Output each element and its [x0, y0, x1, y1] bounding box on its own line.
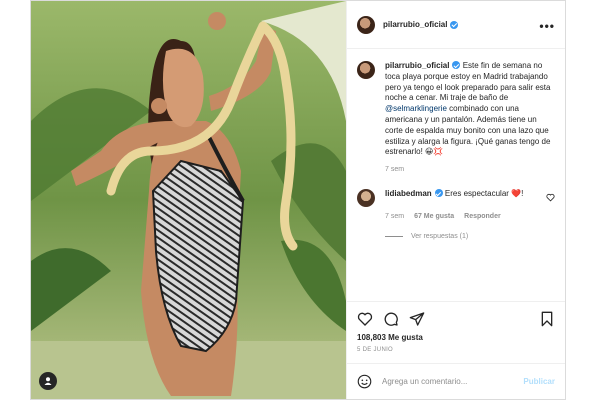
reply-button[interactable]: Responder	[464, 213, 501, 220]
comment-like-heart-icon[interactable]	[546, 193, 555, 202]
comment-body: Eres espectacular ❤️!	[442, 189, 524, 199]
comment-likes-count[interactable]: 67 Me gusta	[414, 213, 454, 220]
person-glyph	[44, 377, 52, 385]
post-actions: 108,803 Me gusta 5 DE JUNIO	[347, 301, 565, 363]
comment-text: lidiabedman Eres espectacular ❤️!	[385, 189, 523, 207]
caption-timestamp: 7 sem	[385, 166, 405, 174]
caption-mention-link[interactable]: @selmarklingerie	[385, 104, 447, 113]
action-icons	[357, 308, 555, 330]
heart-icon[interactable]	[357, 311, 373, 327]
more-icon[interactable]: •••	[539, 19, 555, 33]
emoji-icon[interactable]	[357, 374, 372, 389]
share-icon[interactable]	[409, 311, 425, 327]
comment-item: lidiabedman Eres espectacular ❤️!	[357, 189, 555, 208]
view-replies-label: Ver respuestas (1)	[411, 233, 469, 241]
verified-badge-icon	[434, 189, 443, 198]
likes-count[interactable]: 108,803 Me gusta	[357, 333, 555, 342]
caption-username[interactable]: pilarrubio_oficial	[385, 61, 449, 70]
verified-badge-icon	[450, 20, 459, 29]
comment-meta: 7 sem 67 Me gusta Responder	[385, 213, 555, 220]
post-date: 5 DE JUNIO	[357, 347, 394, 353]
caption-text: pilarrubio_oficial Este fin de semana no…	[385, 61, 555, 158]
comment-timestamp: 7 sem	[385, 213, 405, 221]
caption-avatar[interactable]	[357, 61, 375, 79]
comments-section: pilarrubio_oficial Este fin de semana no…	[347, 49, 565, 301]
add-comment-bar: Agrega un comentario... Publicar	[347, 363, 565, 399]
user-tag-icon[interactable]	[39, 372, 57, 390]
comment-username[interactable]: lidiabedman	[385, 189, 432, 198]
add-comment-input[interactable]: Agrega un comentario...	[382, 377, 523, 386]
commenter-avatar[interactable]	[357, 189, 375, 208]
author-avatar[interactable]	[357, 15, 375, 34]
comment-icon[interactable]	[383, 311, 399, 327]
author-username[interactable]: pilarrubio_oficial	[383, 20, 447, 29]
post-image	[31, 1, 346, 399]
post-photo[interactable]	[31, 1, 346, 399]
post-header: pilarrubio_oficial •••	[347, 1, 565, 49]
publish-button[interactable]: Publicar	[523, 377, 555, 386]
post-window: pilarrubio_oficial ••• pilarrubio_oficia…	[30, 0, 566, 400]
bookmark-icon[interactable]	[539, 311, 555, 327]
post-side-panel: pilarrubio_oficial ••• pilarrubio_oficia…	[346, 1, 565, 399]
caption: pilarrubio_oficial Este fin de semana no…	[357, 61, 555, 158]
replies-divider	[385, 236, 403, 238]
view-replies-button[interactable]: Ver respuestas (1)	[385, 233, 555, 240]
